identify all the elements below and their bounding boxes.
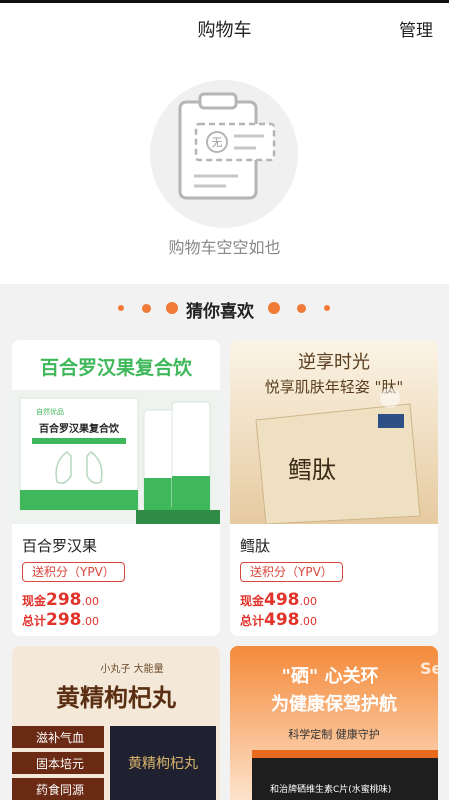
decor-dot-icon xyxy=(142,304,151,313)
image-heading-1: 逆享时光 xyxy=(298,352,370,373)
cash-price-label: 现金 xyxy=(240,594,265,608)
cash-price: 现金498.00 xyxy=(240,590,317,610)
cash-price-label: 现金 xyxy=(22,594,47,608)
empty-cart-message: 购物车空空如也 xyxy=(168,238,281,257)
product-illustration: 小丸子 大能量 黄精枸杞丸 滋补气血 固本培元 药食同源 黄精枸杞丸 xyxy=(12,646,220,800)
cash-price-int: 498 xyxy=(264,590,300,610)
header-bar: 购物车 管理 xyxy=(0,3,449,52)
cash-price: 现金298.00 xyxy=(22,590,99,610)
total-price: 总计298.00 xyxy=(22,610,99,630)
product-illustration: "硒" 心关环 为健康保驾护航 Se 科学定制 健康守护 和治牌硒维生素C片(水… xyxy=(230,646,438,800)
total-price-dec: .00 xyxy=(81,615,100,628)
image-badge: Se xyxy=(420,659,438,678)
image-heading: 百合罗汉果复合饮 xyxy=(40,356,193,379)
empty-cart-icon: 无 xyxy=(150,80,298,228)
product-image[interactable]: 小丸子 大能量 黄精枸杞丸 滋补气血 固本培元 药食同源 黄精枸杞丸 xyxy=(12,646,220,800)
decor-dot-icon xyxy=(268,302,280,314)
image-heading-1: "硒" 心关环 xyxy=(281,665,378,687)
points-tag: 送积分（YPV） xyxy=(22,562,125,582)
decor-dot-icon xyxy=(324,305,330,311)
decor-dot-icon xyxy=(118,305,124,311)
total-price-label: 总计 xyxy=(22,614,47,628)
total-price-label: 总计 xyxy=(240,614,265,628)
image-box-text: 和治牌硒维生素C片(水蜜桃味) xyxy=(270,783,391,795)
cash-price-dec: .00 xyxy=(81,595,100,608)
product-image[interactable]: 百合罗汉果复合饮 自然优品 百合罗汉果复合饮 xyxy=(12,340,220,524)
empty-cart-section: 无 购物车空空如也 xyxy=(0,52,449,284)
image-subtitle: 小丸子 大能量 xyxy=(100,662,163,675)
image-heading: 黄精枸杞丸 xyxy=(56,683,177,712)
image-box-title: 百合罗汉果复合饮 xyxy=(39,422,120,435)
image-point: 固本培元 xyxy=(36,756,84,771)
points-tag: 送积分（YPV） xyxy=(240,562,343,582)
product-name[interactable]: 百合罗汉果 xyxy=(22,535,97,556)
image-brand: 自然优品 xyxy=(36,407,64,416)
image-heading-2: 为健康保驾护航 xyxy=(271,693,397,715)
product-card[interactable]: 百合罗汉果复合饮 自然优品 百合罗汉果复合饮 百合罗汉果 送积分（YPV） 现金… xyxy=(12,340,220,636)
product-card[interactable]: "硒" 心关环 为健康保驾护航 Se 科学定制 健康守护 和治牌硒维生素C片(水… xyxy=(230,646,438,800)
product-illustration: 逆享时光 悦享肌肤年轻姿 "肽" 鳕肽 xyxy=(230,340,438,524)
image-box-title: 黄精枸杞丸 xyxy=(128,755,198,772)
page-title: 购物车 xyxy=(197,20,252,41)
total-price: 总计498.00 xyxy=(240,610,317,630)
product-name[interactable]: 鳕肽 xyxy=(240,535,270,556)
manage-button[interactable]: 管理 xyxy=(399,16,433,41)
image-box-title: 鳕肽 xyxy=(288,456,336,484)
image-sub: 科学定制 健康守护 xyxy=(288,727,380,741)
recommend-header: 猜你喜欢 xyxy=(0,295,449,322)
product-illustration: 百合罗汉果复合饮 自然优品 百合罗汉果复合饮 xyxy=(12,340,220,524)
product-image[interactable]: "硒" 心关环 为健康保驾护航 Se 科学定制 健康守护 和治牌硒维生素C片(水… xyxy=(230,646,438,800)
cash-price-dec: .00 xyxy=(299,595,318,608)
product-card[interactable]: 小丸子 大能量 黄精枸杞丸 滋补气血 固本培元 药食同源 黄精枸杞丸 xyxy=(12,646,220,800)
recommend-title: 猜你喜欢 xyxy=(186,302,254,322)
decor-dot-icon xyxy=(297,304,306,313)
total-price-int: 298 xyxy=(46,610,82,630)
product-image[interactable]: 逆享时光 悦享肌肤年轻姿 "肽" 鳕肽 xyxy=(230,340,438,524)
decor-dot-icon xyxy=(166,302,178,314)
cash-price-int: 298 xyxy=(46,590,82,610)
image-point: 滋补气血 xyxy=(36,730,84,745)
product-card[interactable]: 逆享时光 悦享肌肤年轻姿 "肽" 鳕肽 鳕肽 送积分（YPV） 现金498.00… xyxy=(230,340,438,636)
image-point: 药食同源 xyxy=(36,782,84,797)
total-price-int: 498 xyxy=(264,610,300,630)
empty-cart-icon-text: 无 xyxy=(212,136,223,149)
total-price-dec: .00 xyxy=(299,615,318,628)
